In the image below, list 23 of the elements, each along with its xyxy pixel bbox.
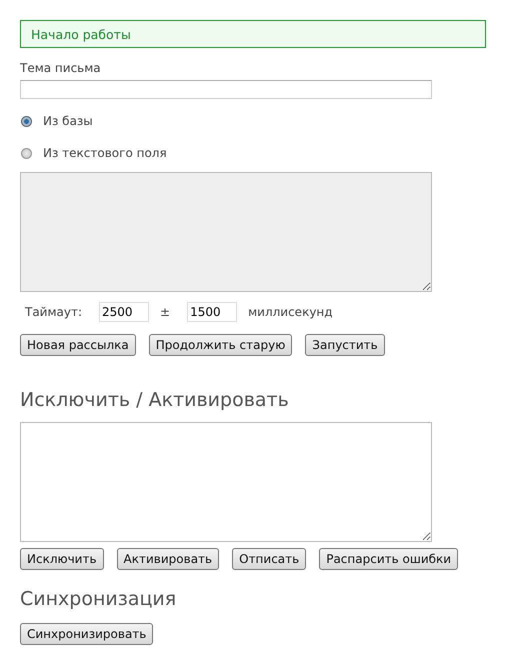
plus-minus-sign: ± [160, 304, 170, 321]
action-button[interactable]: Исключить [20, 548, 104, 570]
action-button[interactable]: Активировать [116, 548, 220, 570]
action-button[interactable]: Синхронизировать [20, 622, 154, 645]
action-button[interactable]: Распарсить ошибки [319, 548, 458, 570]
radio-label: Из базы [43, 113, 93, 130]
status-message: Начало работы [20, 20, 486, 48]
action-button[interactable]: Отписать [232, 548, 306, 570]
subject-field[interactable] [20, 80, 432, 99]
timeout-field[interactable]: 2500 [99, 302, 150, 322]
section-heading: Синхронизация [20, 588, 178, 611]
text-area[interactable] [20, 422, 432, 542]
unit-label: миллисекунд [248, 304, 333, 321]
action-button[interactable]: Продолжить старую [148, 334, 292, 356]
action-button[interactable]: Запустить [305, 334, 385, 356]
action-button[interactable]: Новая рассылка [20, 334, 136, 356]
subject-label: Тема письма [20, 60, 102, 77]
spread-field[interactable]: 1500 [187, 302, 238, 322]
radio-label: Из текстового поля [43, 145, 167, 162]
section-heading: Исключить / Активировать [20, 389, 290, 412]
timeout-label: Таймаут: [25, 304, 82, 321]
radio-button[interactable] [21, 116, 32, 126]
radio-button[interactable] [21, 148, 32, 158]
